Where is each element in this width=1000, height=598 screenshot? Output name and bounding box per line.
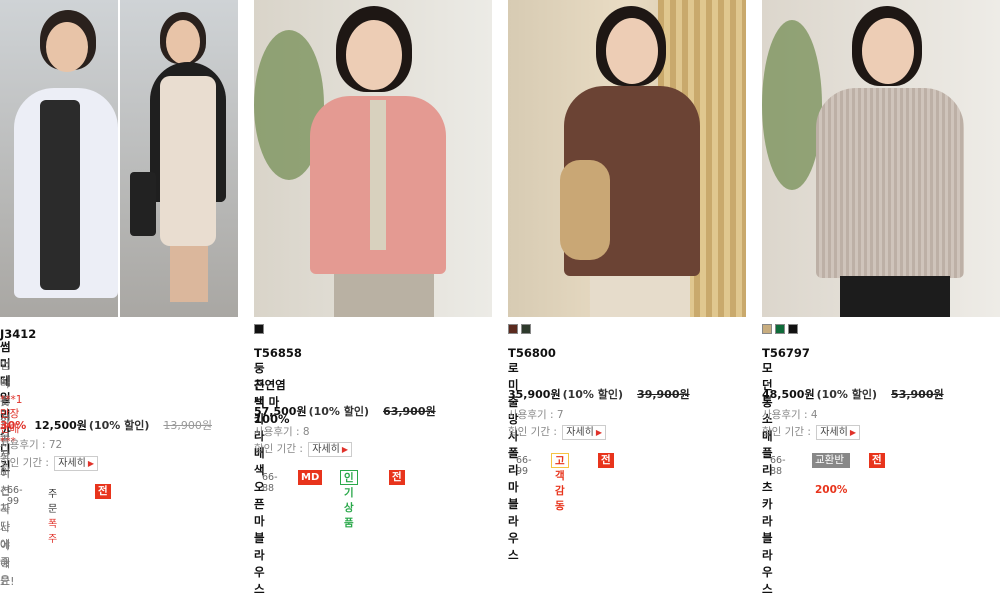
badge-popular: 인기상품 — [340, 470, 358, 529]
sale-price: 12,500원 — [34, 419, 87, 432]
product-image[interactable] — [762, 0, 1000, 317]
discount-period: 할인 기간 : 자세히 ▶ — [254, 441, 352, 457]
detail-button-label: 자세히 — [58, 458, 86, 469]
size-range: 66-88 — [770, 455, 786, 477]
product-code[interactable]: T56797 — [762, 346, 810, 360]
badge-all-products-sale: 전상품 할인 — [389, 470, 405, 543]
review-count: 사용후기 : 7 — [508, 409, 564, 421]
color-swatch-black[interactable] — [254, 324, 264, 334]
original-price: 13,900원 — [163, 419, 212, 432]
color-swatch-brown[interactable] — [508, 324, 518, 334]
product-code[interactable]: T56858 — [254, 346, 302, 360]
order-status: 주문폭주 — [48, 485, 57, 545]
badge-md-pick: MD추천 — [298, 470, 323, 513]
discount-period-label: 할인 기간 : — [508, 426, 557, 438]
detail-button-label: 자세히 — [312, 444, 340, 455]
detail-button-label: 자세히 — [820, 427, 848, 438]
badge-all-products-sale: 전상품 할인 — [95, 484, 111, 557]
discount-label: (10% 할인) — [562, 388, 624, 401]
color-swatches — [508, 324, 531, 334]
price-row: 35,900원 (10% 할인) 39,900원 — [508, 386, 690, 402]
badge-customer-delight: 고객감동 — [551, 453, 569, 512]
return-percent: 200% — [815, 484, 848, 496]
discount-label: (10% 할인) — [308, 405, 370, 418]
original-price: 53,900원 — [891, 388, 944, 401]
order-label: 주문 — [48, 489, 58, 515]
badge-all-products-sale: 전상품 할인 — [598, 453, 614, 526]
sale-price: 57,500원 — [254, 405, 307, 418]
price-row: 57,500원 (10% 할인) 63,900원 — [254, 403, 436, 419]
product-image[interactable] — [254, 0, 492, 317]
review-count: 사용후기 : 72 — [0, 439, 63, 451]
discount-period-label: 할인 기간 : — [0, 457, 49, 469]
discount-period-label: 할인 기간 : — [762, 426, 811, 438]
triangle-right-icon: ▶ — [341, 445, 348, 454]
detail-button-label: 자세히 — [566, 427, 594, 438]
badge-all-products-sale: 전상품 할인 — [869, 453, 885, 526]
color-swatch-dark-green[interactable] — [521, 324, 531, 334]
triangle-right-icon: ▶ — [849, 428, 856, 437]
review-count: 사용후기 : 4 — [762, 409, 818, 421]
original-price: 39,900원 — [637, 388, 690, 401]
product-code[interactable]: T56800 — [508, 346, 556, 360]
discount-period-label: 할인 기간 : — [254, 443, 303, 455]
price-row: 30% 12,500원 (10% 할인) 13,900원 — [0, 417, 212, 433]
product-image[interactable] — [508, 0, 746, 317]
triangle-right-icon: ▶ — [595, 428, 602, 437]
size-range: 66-99 — [516, 455, 532, 477]
size-range: 66-99 — [7, 485, 23, 507]
triangle-right-icon: ▶ — [87, 459, 94, 468]
detail-button[interactable]: 자세히 ▶ — [308, 442, 352, 457]
discount-period: 할인 기간 : 자세히 ▶ — [762, 424, 860, 440]
badge-return-exchange: 교환반품 200% — [812, 453, 851, 496]
sale-price: 35,900원 — [508, 388, 561, 401]
detail-button[interactable]: 자세히 ▶ — [816, 425, 860, 440]
discount-period: 할인 기간 : 자세히 ▶ — [0, 455, 98, 471]
original-price: 63,900원 — [383, 405, 436, 418]
discount-label: (10% 할인) — [816, 388, 878, 401]
color-swatch-green[interactable] — [775, 324, 785, 334]
discount-period: 할인 기간 : 자세히 ▶ — [508, 424, 606, 440]
color-swatch-black[interactable] — [788, 324, 798, 334]
detail-button[interactable]: 자세히 ▶ — [54, 456, 98, 471]
order-hot: 폭주 — [48, 519, 58, 545]
sale-price: 48,500원 — [762, 388, 815, 401]
return-label: 교환반품 — [815, 454, 844, 481]
color-swatches — [254, 324, 264, 334]
size-range: 66-88 — [262, 472, 278, 494]
color-swatch-beige[interactable] — [762, 324, 772, 334]
product-image[interactable] — [0, 0, 238, 317]
color-swatches — [762, 324, 798, 334]
detail-button[interactable]: 자세히 ▶ — [562, 425, 606, 440]
discount-rate: 30% — [0, 419, 27, 432]
discount-label: (10% 할인) — [88, 419, 150, 432]
price-row: 48,500원 (10% 할인) 53,900원 — [762, 386, 944, 402]
review-count: 사용후기 : 8 — [254, 426, 310, 438]
